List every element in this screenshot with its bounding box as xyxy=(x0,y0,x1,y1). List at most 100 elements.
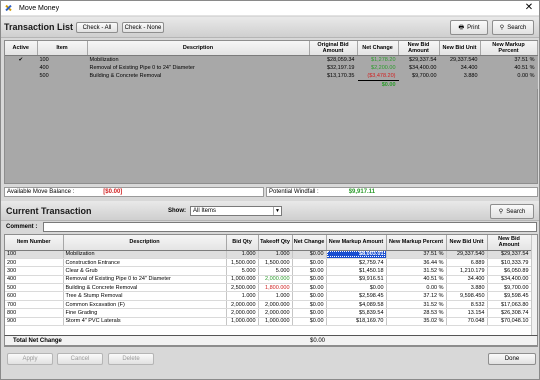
close-icon[interactable]: ✕ xyxy=(523,2,535,14)
check-none-button[interactable]: Check - None xyxy=(122,22,164,33)
net-change-cell[interactable]: $0.00 xyxy=(292,250,327,259)
col-new-markup-percent[interactable]: New Markup Percent xyxy=(480,41,538,56)
table-row[interactable]: 100 Mobilization 1.000 1.000 $0.00 $8,003.01 3… xyxy=(5,250,532,259)
item-number-cell[interactable]: 400 xyxy=(5,275,64,285)
active-checkbox[interactable] xyxy=(5,72,38,81)
net-change-cell[interactable]: $0.00 xyxy=(292,266,327,276)
bid-qty-cell[interactable]: 2,500.000 xyxy=(226,283,259,293)
comment-input[interactable] xyxy=(43,222,537,232)
takeoff-qty-cell[interactable]: 1.000 xyxy=(258,291,293,301)
item-number-cell[interactable]: 100 xyxy=(5,250,64,259)
col-new-markup-amount[interactable]: New Markup Amount xyxy=(326,235,387,251)
item-number-cell[interactable]: 300 xyxy=(5,266,64,276)
markup-amount-cell[interactable]: $4,089.58 xyxy=(326,300,387,310)
col-new-bid-unit[interactable]: New Bid Unit xyxy=(439,41,481,56)
markup-percent-cell[interactable]: 35.02 % xyxy=(386,317,447,327)
net-change-cell[interactable]: $0.00 xyxy=(292,317,327,327)
col-description[interactable]: Description xyxy=(63,235,227,251)
table-row[interactable]: 600 Tree & Stump Removal 1.000 1.000 $0.00 $2… xyxy=(5,291,532,301)
takeoff-qty-cell[interactable]: 1,800.000 xyxy=(258,283,293,293)
markup-percent-cell[interactable]: 31.52 % xyxy=(386,300,447,310)
item-number-cell[interactable]: 700 xyxy=(5,300,64,310)
item-number-cell[interactable]: 900 xyxy=(5,317,64,327)
markup-percent-cell[interactable]: 31.52 % xyxy=(386,266,447,276)
col-takeoff-qty[interactable]: Takeoff Qty xyxy=(258,235,293,251)
apply-button[interactable]: Apply xyxy=(7,353,53,365)
markup-amount-cell[interactable]: $2,598.45 xyxy=(326,291,387,301)
col-net-change[interactable]: Net Change xyxy=(292,235,327,251)
description-cell[interactable]: Building & Concrete Removal xyxy=(63,283,227,293)
col-original-bid-amount[interactable]: Original Bid Amount xyxy=(309,41,358,56)
table-row[interactable]: ✔ 100 Mobilization $28,059.34 $1,278.20 … xyxy=(5,55,538,64)
bid-unit-cell[interactable]: 8.532 xyxy=(446,300,488,310)
table-row[interactable]: 200 Construction Entrance 1,500.000 1,500.0… xyxy=(5,258,532,268)
table-row[interactable]: 800 Fine Grading 2,000.000 2,000.000 $0.00 $5… xyxy=(5,308,532,318)
col-new-bid-unit[interactable]: New Bid Unit xyxy=(446,235,488,251)
search-button-bottom[interactable]: ⚲ Search xyxy=(490,204,534,219)
bid-qty-cell[interactable]: 1.000 xyxy=(226,250,259,259)
bid-qty-cell[interactable]: 1,500.000 xyxy=(226,258,259,268)
description-cell[interactable]: Removal of Existing Pipe 0 to 24" Diamet… xyxy=(63,275,227,285)
markup-amount-cell[interactable]: $9,916.51 xyxy=(326,275,387,285)
description-cell[interactable]: Construction Entrance xyxy=(63,258,227,268)
bid-amount-cell[interactable]: $10,333.79 xyxy=(487,258,532,268)
item-number-cell[interactable]: 600 xyxy=(5,291,64,301)
check-all-button[interactable]: Check - All xyxy=(76,22,118,33)
description-cell[interactable]: Storm 4" PVC Laterals xyxy=(63,317,227,327)
takeoff-qty-cell[interactable]: 1,000.000 xyxy=(258,317,293,327)
markup-percent-cell[interactable]: 37.12 % xyxy=(386,291,447,301)
col-new-bid-amount[interactable]: New Bid Amount xyxy=(487,235,532,251)
delete-button[interactable]: Delete xyxy=(108,353,154,365)
bid-qty-cell[interactable]: 5.000 xyxy=(226,266,259,276)
description-cell[interactable]: Fine Grading xyxy=(63,308,227,318)
markup-amount-cell[interactable]: $0.00 xyxy=(326,283,387,293)
bid-unit-cell[interactable]: 1,210.179 xyxy=(446,266,488,276)
takeoff-qty-cell[interactable]: 1,500.000 xyxy=(258,258,293,268)
table-row[interactable]: 500 Building & Concrete Removal $13,170.… xyxy=(5,72,538,82)
table-row[interactable]: 900 Storm 4" PVC Laterals 1,000.000 1,000.0… xyxy=(5,317,532,327)
table-row[interactable]: 700 Common Excavation (F) 2,000.000 2,000.0… xyxy=(5,300,532,310)
description-cell[interactable]: Clear & Grub xyxy=(63,266,227,276)
bid-qty-cell[interactable]: 2,000.000 xyxy=(226,300,259,310)
table-row[interactable]: 500 Building & Concrete Removal 2,500.000 1… xyxy=(5,283,532,293)
bid-unit-cell[interactable]: 34.400 xyxy=(446,275,488,285)
col-new-markup-percent[interactable]: New Markup Percent xyxy=(386,235,447,251)
bid-amount-cell[interactable]: $17,063.80 xyxy=(487,300,532,310)
bid-amount-cell[interactable]: $26,308.74 xyxy=(487,308,532,318)
markup-percent-cell[interactable]: 40.51 % xyxy=(386,275,447,285)
col-bid-qty[interactable]: Bid Qty xyxy=(226,235,259,251)
net-change-cell[interactable]: $0.00 xyxy=(292,300,327,310)
item-number-cell[interactable]: 200 xyxy=(5,258,64,268)
bid-qty-cell[interactable]: 1.000 xyxy=(226,291,259,301)
description-cell[interactable]: Common Excavation (F) xyxy=(63,300,227,310)
col-new-bid-amount[interactable]: New Bid Amount xyxy=(398,41,440,56)
takeoff-qty-cell[interactable]: 2,000.000 xyxy=(258,275,293,285)
markup-amount-cell[interactable]: $1,450.18 xyxy=(326,266,387,276)
item-number-cell[interactable]: 500 xyxy=(5,283,64,293)
markup-amount-cell[interactable]: $2,759.74 xyxy=(326,258,387,268)
active-checkbox[interactable]: ✔ xyxy=(5,55,38,64)
col-net-change[interactable]: Net Change xyxy=(357,41,399,56)
net-change-cell[interactable]: $0.00 xyxy=(292,258,327,268)
col-description[interactable]: Description xyxy=(87,41,310,56)
net-change-cell[interactable]: $0.00 xyxy=(292,308,327,318)
markup-amount-cell[interactable]: $18,169.70 xyxy=(326,317,387,327)
description-cell[interactable]: Mobilization xyxy=(63,250,227,259)
markup-percent-cell[interactable]: 28.53 % xyxy=(386,308,447,318)
takeoff-qty-cell[interactable]: 2,000.000 xyxy=(258,308,293,318)
takeoff-qty-cell[interactable]: 2,000.000 xyxy=(258,300,293,310)
col-item[interactable]: Item xyxy=(37,41,88,56)
net-change-cell[interactable]: $0.00 xyxy=(292,291,327,301)
print-button[interactable]: 🖶 Print xyxy=(450,20,488,35)
markup-percent-cell[interactable]: 0.00 % xyxy=(386,283,447,293)
table-row[interactable]: 400 Removal of Existing Pipe 0 to 24" Di… xyxy=(5,63,538,73)
bid-qty-cell[interactable]: 1,000.000 xyxy=(226,317,259,327)
bid-unit-cell[interactable]: 70.048 xyxy=(446,317,488,327)
bid-amount-cell[interactable]: $70,048.10 xyxy=(487,317,532,327)
grid-scrollbar[interactable] xyxy=(531,235,537,346)
bid-unit-cell[interactable]: 9,598.450 xyxy=(446,291,488,301)
bid-unit-cell[interactable]: 29,337.540 xyxy=(446,250,488,259)
col-active[interactable]: Active xyxy=(5,41,38,56)
bid-qty-cell[interactable]: 1,000.000 xyxy=(226,275,259,285)
bid-qty-cell[interactable]: 2,000.000 xyxy=(226,308,259,318)
